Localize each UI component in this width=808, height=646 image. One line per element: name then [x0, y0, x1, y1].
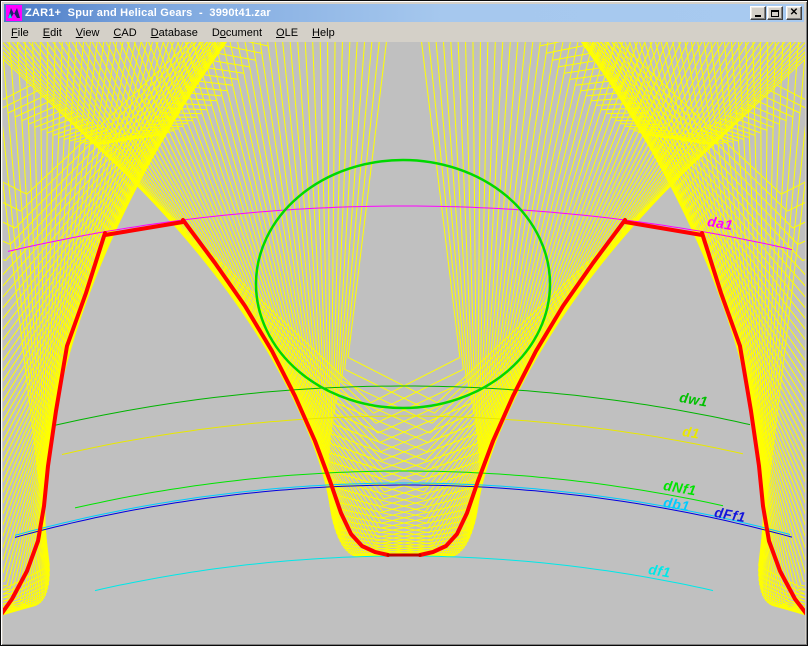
- menu-edit[interactable]: Edit: [36, 25, 69, 41]
- app-icon: [6, 5, 22, 21]
- gear-generation-drawing: [3, 42, 805, 644]
- arc-dw1: [55, 386, 750, 425]
- drawing-canvas[interactable]: da1dw1d1dNf1db1dFf1df1: [3, 42, 805, 644]
- menu-help[interactable]: Help: [305, 25, 342, 41]
- window-title: ZAR1+ Spur and Helical Gears - 3990t41.z…: [25, 7, 749, 19]
- menu-cad[interactable]: CAD: [106, 25, 143, 41]
- minimize-icon: [755, 15, 761, 17]
- menu-document[interactable]: Document: [205, 25, 269, 41]
- close-icon: ✕: [790, 8, 798, 18]
- app-window: ZAR1+ Spur and Helical Gears - 3990t41.z…: [0, 0, 808, 646]
- maximize-icon: [771, 10, 779, 17]
- menu-bar: FileEditViewCADDatabaseDocumentOLEHelp: [3, 23, 805, 42]
- close-button[interactable]: ✕: [786, 6, 802, 20]
- title-bar[interactable]: ZAR1+ Spur and Helical Gears - 3990t41.z…: [4, 4, 804, 22]
- menu-ole[interactable]: OLE: [269, 25, 305, 41]
- menu-file[interactable]: File: [4, 25, 36, 41]
- rack-generation-lines: [3, 42, 805, 633]
- menu-view[interactable]: View: [69, 25, 107, 41]
- label-d1: d1: [681, 423, 701, 442]
- menu-database[interactable]: Database: [144, 25, 205, 41]
- maximize-button[interactable]: [767, 6, 783, 20]
- minimize-button[interactable]: [750, 6, 766, 20]
- tooth-profile: [3, 220, 805, 616]
- arc-df1: [95, 556, 713, 591]
